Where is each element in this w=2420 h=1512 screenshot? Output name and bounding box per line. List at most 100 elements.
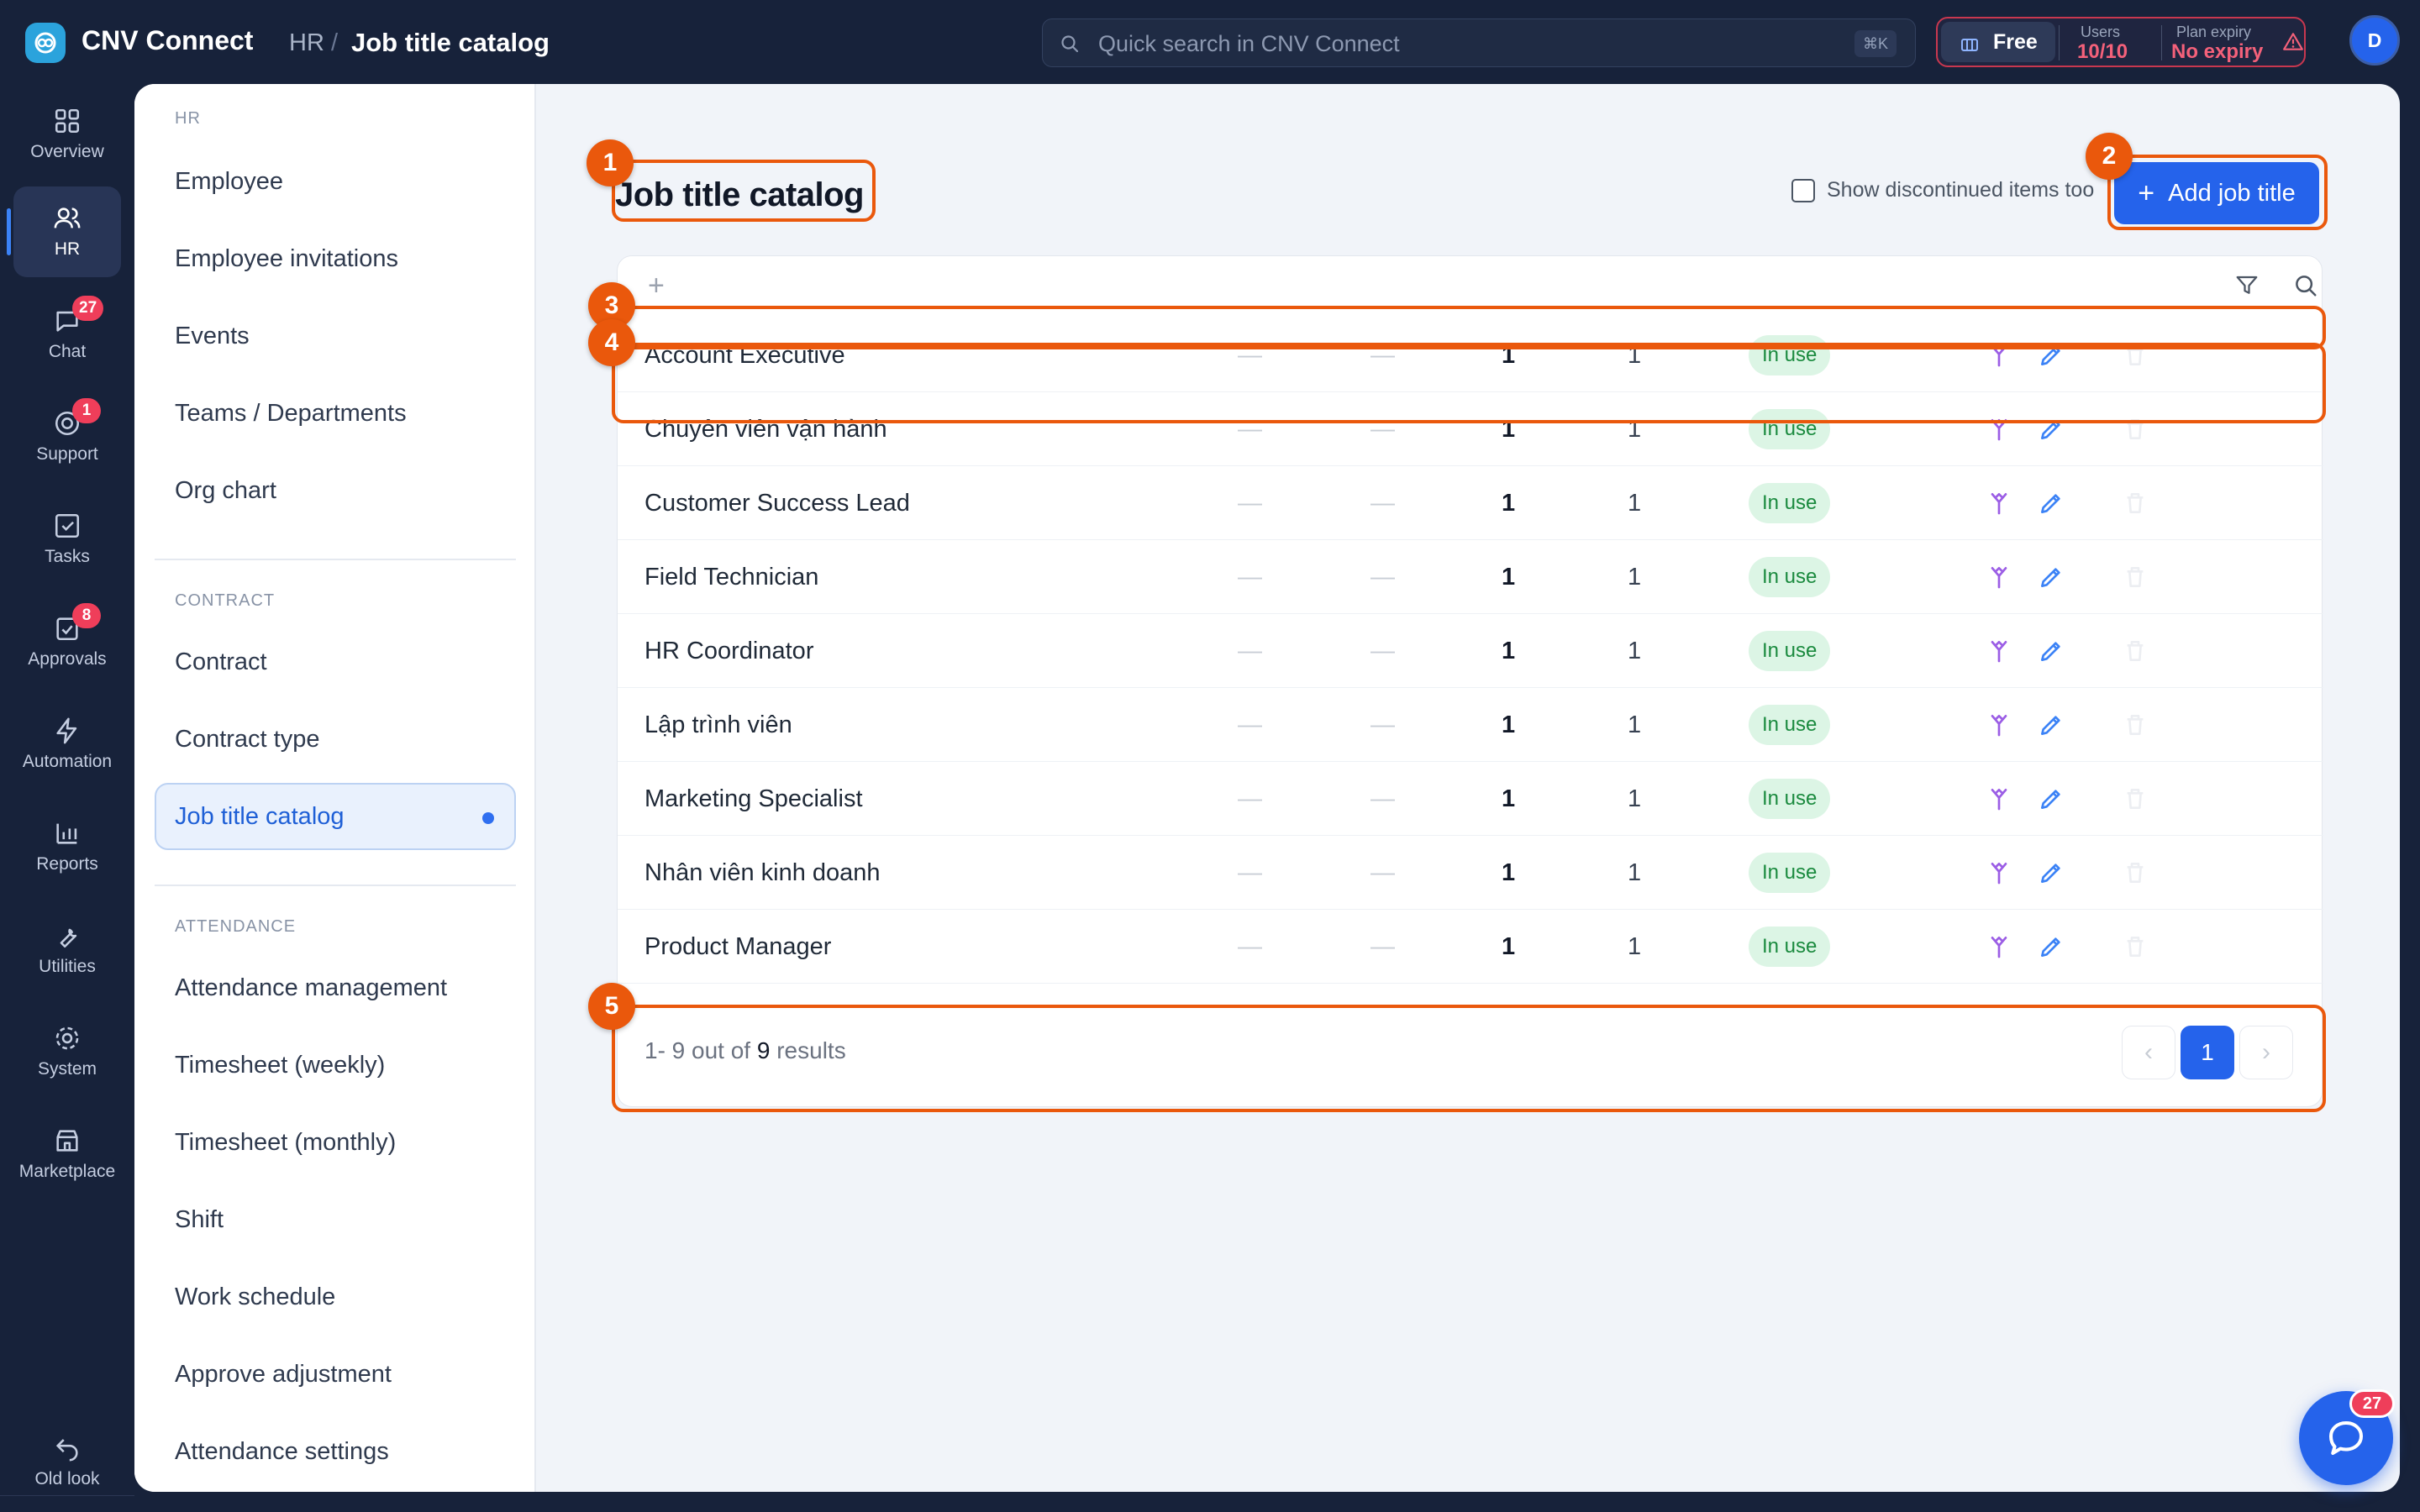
merge-icon[interactable] [1986, 859, 2012, 886]
undo-icon [55, 1439, 78, 1462]
table-row[interactable]: Field Technician — — 1 1 In use [618, 540, 2323, 614]
edit-icon[interactable] [2038, 859, 2065, 886]
filter-icon[interactable] [2234, 273, 2260, 298]
edit-icon[interactable] [2038, 638, 2065, 664]
rail-item-reports[interactable]: Reports [13, 801, 121, 892]
quick-search[interactable]: Quick search in CNV Connect ⌘K [1042, 18, 1916, 67]
nav-attendance-management[interactable]: Attendance management [155, 954, 516, 1021]
empty-value: — [1370, 859, 1395, 886]
nav-attendance-settings[interactable]: Attendance settings [155, 1418, 516, 1485]
table-row[interactable]: Nhân viên kinh doanh — — 1 1 In use [618, 836, 2323, 910]
top-bar: CNV Connect HR / Job title catalog Quick… [0, 0, 2420, 84]
show-discontinued-toggle[interactable]: Show discontinued items too [1791, 178, 2094, 202]
edit-icon[interactable] [2038, 933, 2065, 960]
edit-icon[interactable] [2038, 785, 2065, 812]
status-badge: In use [1749, 483, 1831, 523]
rail-item-support[interactable]: Support 1 [13, 391, 121, 482]
rail-item-chat[interactable]: Chat 27 [13, 289, 121, 380]
table-row[interactable]: HR Coordinator — — 1 1 In use [618, 614, 2323, 688]
edit-icon[interactable] [2038, 711, 2065, 738]
rail-label: Automation [22, 752, 113, 771]
job-title-name: Nhân viên kinh doanh [644, 859, 881, 886]
count-value: 1 [1502, 490, 1516, 517]
app-logo[interactable] [25, 23, 66, 63]
rail-item-marketplace[interactable]: Marketplace [13, 1109, 121, 1200]
nav-shift[interactable]: Shift [155, 1186, 516, 1253]
plan-expiry-value: No expiry [2171, 40, 2264, 63]
show-discontinued-checkbox[interactable] [1791, 178, 1815, 202]
rail-label: HR [54, 239, 81, 259]
search-shortcut: ⌘K [1854, 30, 1897, 57]
merge-icon[interactable] [1986, 638, 2012, 664]
plan-tier[interactable]: Free [1941, 22, 2055, 62]
nav-timesheet-weekly[interactable]: Timesheet (weekly) [155, 1032, 516, 1099]
count-value: 1 [1502, 564, 1516, 591]
rail-label: Overview [30, 142, 104, 161]
nav-timesheet-monthly[interactable]: Timesheet (monthly) [155, 1109, 516, 1176]
merge-icon[interactable] [1986, 564, 2012, 591]
trash-icon[interactable] [2122, 933, 2149, 960]
job-title-name: HR Coordinator [644, 638, 814, 664]
empty-value: — [1238, 638, 1262, 664]
users-value: 10/10 [2077, 40, 2128, 63]
nav-approve-adjustment[interactable]: Approve adjustment [155, 1341, 516, 1408]
rail-item-overview[interactable]: Overview [13, 89, 121, 180]
rail-label: Support [36, 444, 98, 464]
search-icon[interactable] [2293, 273, 2318, 298]
table-row[interactable]: Product Manager — — 1 1 In use [618, 910, 2323, 984]
count-value: 1 [1628, 859, 1642, 886]
chat-icon [2328, 1420, 2364, 1456]
nav-contract[interactable]: Contract [155, 628, 516, 696]
nav-label: Job title catalog [175, 803, 345, 830]
section-divider [155, 559, 516, 560]
trash-icon[interactable] [2122, 711, 2149, 738]
trash-icon[interactable] [2122, 564, 2149, 591]
empty-value: — [1370, 638, 1395, 664]
empty-value: — [1238, 711, 1262, 738]
count-value: 1 [1502, 859, 1516, 886]
merge-icon[interactable] [1986, 490, 2012, 517]
trash-icon[interactable] [2122, 859, 2149, 886]
bolt-icon [56, 717, 77, 744]
status-badge: In use [1749, 779, 1831, 819]
table-row[interactable]: Lập trình viên — — 1 1 In use [618, 688, 2323, 762]
highlight-add-button [2107, 155, 2328, 230]
rail-label: Marketplace [18, 1162, 116, 1181]
search-icon [1061, 35, 1079, 53]
rail-item-system[interactable]: System [13, 1006, 121, 1097]
main-panel: HR Employee Employee invitations Events … [134, 84, 2400, 1492]
plan-status[interactable]: Free Users 10/10 Plan expiry No expiry [1936, 17, 2306, 67]
rail-item-automation[interactable]: Automation [13, 699, 121, 790]
empty-value: — [1370, 711, 1395, 738]
rail-item-tasks[interactable]: Tasks [13, 494, 121, 585]
merge-icon[interactable] [1986, 933, 2012, 960]
chat-fab-badge: 27 [2349, 1389, 2395, 1418]
edit-icon[interactable] [2038, 564, 2065, 591]
nav-org-chart[interactable]: Org chart [155, 457, 516, 524]
breadcrumb-section[interactable]: HR [289, 29, 324, 57]
nav-teams-departments[interactable]: Teams / Departments [155, 380, 516, 447]
rail-item-approvals[interactable]: Approvals 8 [13, 596, 121, 687]
add-column-icon[interactable]: + [648, 270, 665, 302]
logo-icon [34, 32, 56, 54]
nav-employee-invitations[interactable]: Employee invitations [155, 225, 516, 292]
trash-icon[interactable] [2122, 785, 2149, 812]
user-avatar[interactable]: D [2349, 15, 2400, 66]
table-row[interactable]: Marketing Specialist — — 1 1 In use [618, 762, 2323, 836]
highlight-first-row [612, 343, 2326, 423]
rail-item-utilities[interactable]: Utilities [13, 904, 121, 995]
nav-events[interactable]: Events [155, 302, 516, 370]
table-row[interactable]: Customer Success Lead — — 1 1 In use [618, 466, 2323, 540]
trash-icon[interactable] [2122, 490, 2149, 517]
trash-icon[interactable] [2122, 638, 2149, 664]
old-look-button[interactable]: Old look [13, 1416, 121, 1507]
merge-icon[interactable] [1986, 711, 2012, 738]
nav-contract-type[interactable]: Contract type [155, 706, 516, 773]
edit-icon[interactable] [2038, 490, 2065, 517]
nav-employee[interactable]: Employee [155, 148, 516, 215]
nav-job-title-catalog[interactable]: Job title catalog [155, 783, 516, 850]
nav-work-schedule[interactable]: Work schedule [155, 1263, 516, 1331]
rail-item-hr[interactable]: HR [7, 186, 121, 277]
rail-label: Chat [48, 342, 87, 361]
merge-icon[interactable] [1986, 785, 2012, 812]
